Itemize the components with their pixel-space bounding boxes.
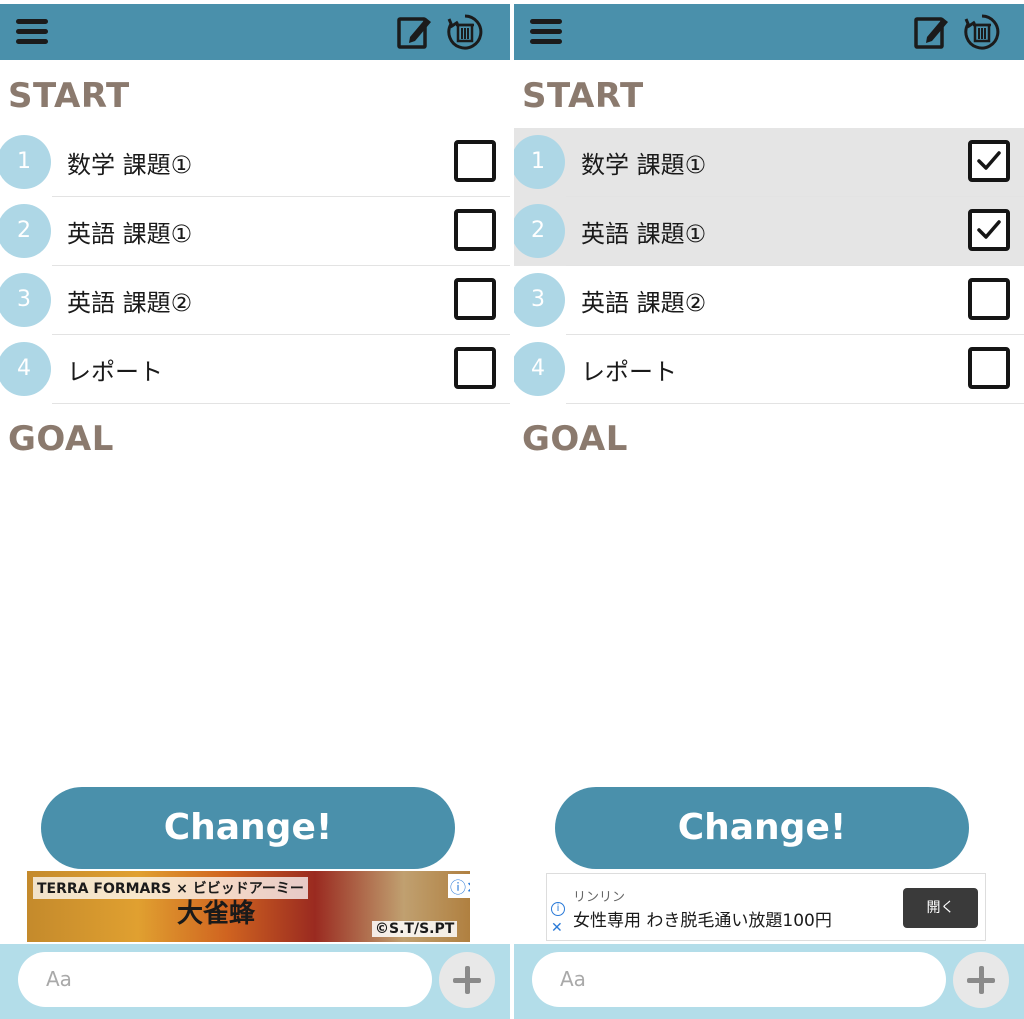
plus-icon[interactable] (953, 952, 1009, 1008)
task-row-checked[interactable]: 1 数学 課題① (514, 128, 1024, 197)
header-bar (0, 4, 510, 60)
edit-icon[interactable] (395, 13, 433, 51)
task-row[interactable]: 1 数学 課題① (0, 128, 510, 197)
goal-label: GOAL (8, 419, 114, 459)
change-button[interactable]: Change! (41, 787, 455, 869)
ad-title-text: 大雀蜂 (177, 899, 256, 929)
task-title: 数学 課題① (581, 151, 707, 179)
goal-label: GOAL (522, 419, 628, 459)
task-checkbox[interactable] (454, 140, 496, 182)
ad-banner[interactable]: リンリン 女性専用 わき脱毛通い放題100円 i ✕ 開く (546, 873, 986, 941)
task-row[interactable]: 3 英語 課題② (0, 266, 510, 335)
ad-copyright: ©S.T/S.PT (372, 921, 458, 937)
ad-banner[interactable]: TERRA FORMARS × ビビッドアーミー 大雀蜂 ©S.T/S.PT ⓘ… (27, 871, 470, 942)
ad-logo-text: TERRA FORMARS × ビビッドアーミー (33, 877, 308, 899)
ad-open-button[interactable]: 開く (903, 888, 978, 928)
ad-advertiser: リンリン (573, 890, 626, 905)
task-checkbox-checked[interactable] (968, 209, 1010, 251)
message-input[interactable]: Aa (532, 952, 946, 1007)
task-title: 英語 課題① (67, 220, 193, 248)
ad-close-icon[interactable]: ✕ (551, 920, 563, 936)
hamburger-menu-icon[interactable] (16, 19, 48, 45)
start-label: START (522, 76, 644, 116)
task-title: 英語 課題② (67, 289, 193, 317)
task-title: 英語 課題② (581, 289, 707, 317)
message-bar: Aa (0, 944, 510, 1019)
row-divider (566, 403, 1024, 404)
task-title: レポート (581, 358, 677, 386)
change-button[interactable]: Change! (555, 787, 969, 869)
left-screen: START 1 数学 課題① 2 英語 課題① 3 英語 課題② 4 レポート … (0, 0, 510, 1019)
task-checkbox[interactable] (454, 209, 496, 251)
ad-headline: 女性専用 わき脱毛通い放題100円 (573, 911, 832, 931)
task-row[interactable]: 3 英語 課題② (514, 266, 1024, 335)
task-title: レポート (67, 358, 163, 386)
task-number-badge: 2 (0, 204, 51, 258)
trash-refresh-icon[interactable] (446, 13, 484, 51)
task-title: 数学 課題① (67, 151, 193, 179)
task-number-badge: 1 (514, 135, 565, 189)
task-number-badge: 1 (0, 135, 51, 189)
hamburger-menu-icon[interactable] (530, 19, 562, 45)
start-label: START (8, 76, 130, 116)
task-title: 英語 課題① (581, 220, 707, 248)
header-bar (514, 4, 1024, 60)
task-checkbox[interactable] (968, 347, 1010, 389)
task-row-checked[interactable]: 2 英語 課題① (514, 197, 1024, 266)
task-checkbox[interactable] (968, 278, 1010, 320)
right-screen: START 1 数学 課題① 2 英語 課題① 3 英語 課題② 4 レポート … (514, 0, 1024, 1019)
task-checkbox[interactable] (454, 347, 496, 389)
checkmark-icon (977, 151, 1001, 170)
ad-close-icon[interactable]: ⓘ✕ (448, 874, 470, 898)
ad-info-icon[interactable]: i (551, 902, 565, 916)
edit-icon[interactable] (912, 13, 950, 51)
task-row[interactable]: 2 英語 課題① (0, 197, 510, 266)
task-row[interactable]: 4 レポート (514, 335, 1024, 404)
task-number-badge: 4 (514, 342, 565, 396)
task-number-badge: 4 (0, 342, 51, 396)
task-number-badge: 3 (514, 273, 565, 327)
task-number-badge: 2 (514, 204, 565, 258)
message-input[interactable]: Aa (18, 952, 432, 1007)
row-divider (52, 403, 510, 404)
plus-icon[interactable] (439, 952, 495, 1008)
task-checkbox[interactable] (454, 278, 496, 320)
task-row[interactable]: 4 レポート (0, 335, 510, 404)
message-bar: Aa (514, 944, 1024, 1019)
checkmark-icon (977, 220, 1001, 239)
task-checkbox-checked[interactable] (968, 140, 1010, 182)
trash-refresh-icon[interactable] (963, 13, 1001, 51)
task-number-badge: 3 (0, 273, 51, 327)
